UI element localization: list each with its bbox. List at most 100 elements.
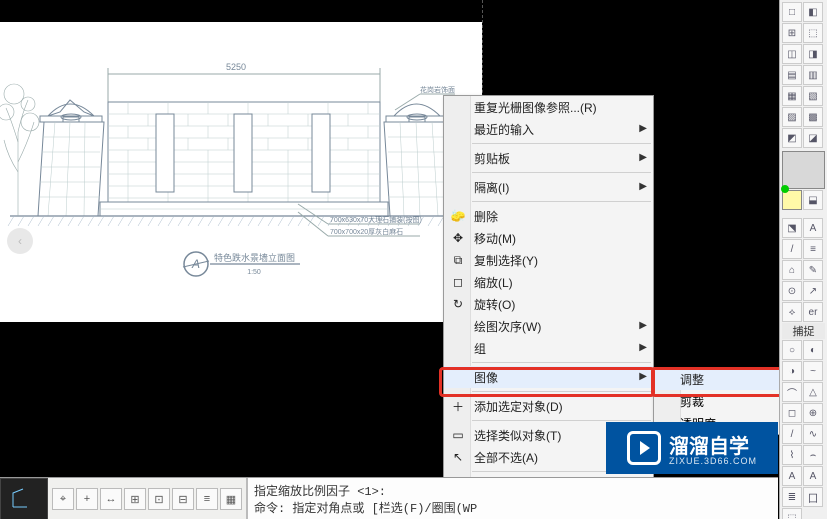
similar-icon: ▭	[450, 427, 466, 443]
ctx-draw-order[interactable]: 绘图次序(W)▶	[444, 315, 653, 337]
command-prompt-line: 命令: 指定对角点或 [栏选(F)/圈围(WP	[254, 499, 772, 516]
tool-icon[interactable]: ◩	[782, 128, 802, 148]
tool-icon[interactable]: ▤	[782, 65, 802, 85]
tool-icon[interactable]: ∿	[803, 424, 823, 444]
tool-icon[interactable]: ⌂	[782, 260, 802, 280]
ctx-recent-input[interactable]: 最近的输入 ▶	[444, 118, 653, 140]
tool-icon[interactable]: ◑	[782, 361, 802, 381]
tool-icon[interactable]: ⬚	[803, 23, 823, 43]
status-toggle[interactable]: ⊟	[172, 488, 194, 510]
status-toggle[interactable]: ⌖	[52, 488, 74, 510]
status-dot-icon	[781, 185, 789, 193]
ctx-delete[interactable]: 🧽 删除	[444, 205, 653, 227]
ctx-label: 最近的输入	[474, 121, 534, 138]
ctx-label: 隔离(I)	[474, 179, 509, 196]
tool-icon[interactable]: ≡	[803, 239, 823, 259]
ctx-label: 添加选定对象(D)	[474, 398, 563, 415]
ctx-image-clip[interactable]: 剪裁	[654, 390, 784, 412]
tool-icon[interactable]: ▨	[782, 107, 802, 127]
nav-prev-button[interactable]: ‹	[7, 228, 33, 254]
ctx-repeat[interactable]: 重复光栅图像参照...(R)	[444, 96, 653, 118]
model-space-icon[interactable]	[0, 478, 48, 519]
tool-icon[interactable]: A	[803, 218, 823, 238]
ctx-label: 删除	[474, 208, 498, 225]
ctx-label: 组	[474, 340, 486, 357]
ctx-rotate[interactable]: ↻旋转(O)	[444, 293, 653, 315]
callout-top: 花岗岩饰面	[420, 85, 455, 94]
tool-icon[interactable]: ▥	[803, 65, 823, 85]
tool-icon[interactable]: ◧	[803, 2, 823, 22]
tool-icon[interactable]: ⌇	[782, 445, 802, 465]
tool-icon[interactable]: ⬔	[782, 218, 802, 238]
dim-text: 5250	[226, 62, 246, 72]
separator	[472, 362, 651, 363]
tool-icon[interactable]: er	[803, 302, 823, 322]
tool-icon[interactable]: ⬓	[803, 190, 823, 210]
ctx-label: 剪裁	[680, 393, 704, 410]
tool-icon[interactable]: ⊞	[782, 23, 802, 43]
command-history-line: 指定缩放比例因子 <1>:	[254, 482, 772, 499]
ctx-label: 重复光栅图像参照...(R)	[474, 99, 597, 116]
tool-icon[interactable]: ⊕	[803, 403, 823, 423]
tool-icon[interactable]: 囗	[803, 487, 823, 507]
ctx-scale[interactable]: ◻缩放(L)	[444, 271, 653, 293]
ctx-label: 调整	[680, 371, 704, 388]
status-toggle[interactable]: ⊡	[148, 488, 170, 510]
ctx-label: 选择类似对象(T)	[474, 427, 561, 444]
ctx-group[interactable]: 组▶	[444, 337, 653, 359]
ctx-label: 复制选择(Y)	[474, 252, 538, 269]
status-toggle[interactable]: ≡	[196, 488, 218, 510]
status-toggle[interactable]: ↔	[100, 488, 122, 510]
scale: 1:50	[247, 269, 261, 276]
tool-icon[interactable]: /	[782, 424, 802, 444]
status-toggle[interactable]: ▦	[220, 488, 242, 510]
tool-icon[interactable]: ◨	[803, 44, 823, 64]
tool-icon[interactable]: ⌒	[782, 382, 802, 402]
ctx-label: 图像	[474, 369, 498, 386]
tool-icon[interactable]: ▦	[782, 86, 802, 106]
ctx-image-adjust[interactable]: 调整	[654, 368, 784, 390]
status-toggle[interactable]: +	[76, 488, 98, 510]
tool-icon[interactable]: ✎	[803, 260, 823, 280]
tool-icon[interactable]: ▧	[803, 86, 823, 106]
ctx-isolate[interactable]: 隔离(I) ▶	[444, 176, 653, 198]
tool-icon[interactable]: ⊙	[782, 281, 802, 301]
chevron-right-icon: ▶	[639, 152, 647, 163]
chevron-right-icon: ▶	[639, 123, 647, 134]
ctx-add-selected[interactable]: ＋添加选定对象(D)	[444, 395, 653, 417]
ctx-move[interactable]: ✥移动(M)	[444, 227, 653, 249]
tool-icon[interactable]: ⌢	[803, 445, 823, 465]
status-toggle[interactable]: ⊞	[124, 488, 146, 510]
color-swatch[interactable]	[782, 190, 802, 210]
tool-icon[interactable]: ◫	[782, 44, 802, 64]
tool-icon[interactable]: ≣	[782, 487, 802, 507]
tool-icon[interactable]: ▩	[803, 107, 823, 127]
section-label: 特色跌水景墙立面图	[214, 252, 295, 263]
ctx-label: 旋转(O)	[474, 296, 515, 313]
hatch-swatch[interactable]	[782, 151, 825, 189]
tool-icon[interactable]: ○	[782, 340, 802, 360]
drawing-image: 5250 花岗岩饰面	[0, 22, 482, 322]
ctx-label: 绘图次序(W)	[474, 318, 541, 335]
tool-icon[interactable]: ◐	[803, 340, 823, 360]
tool-icon[interactable]: ⟡	[782, 302, 802, 322]
tool-icon[interactable]: □	[782, 2, 802, 22]
tool-icon[interactable]: ◻	[782, 403, 802, 423]
watermark-text: 溜溜自学	[669, 436, 749, 458]
chevron-right-icon: ▶	[639, 181, 647, 192]
erase-icon: 🧽	[450, 208, 466, 224]
separator	[472, 420, 651, 421]
tool-icon[interactable]: ⬚	[782, 508, 802, 519]
tool-icon[interactable]: ↗	[803, 281, 823, 301]
command-line[interactable]: 指定缩放比例因子 <1>: 命令: 指定对角点或 [栏选(F)/圈围(WP	[247, 478, 778, 519]
ctx-copy[interactable]: ⧉复制选择(Y)	[444, 249, 653, 271]
tool-icon[interactable]: ~	[803, 361, 823, 381]
tool-icon[interactable]: A	[782, 466, 802, 486]
ctx-image[interactable]: 图像▶	[444, 366, 653, 388]
tool-icon[interactable]: A	[803, 466, 823, 486]
move-icon: ✥	[450, 230, 466, 246]
tool-icon[interactable]: △	[803, 382, 823, 402]
tool-icon[interactable]: /	[782, 239, 802, 259]
tool-icon[interactable]: ◪	[803, 128, 823, 148]
ctx-clipboard[interactable]: 剪贴板▶	[444, 147, 653, 169]
